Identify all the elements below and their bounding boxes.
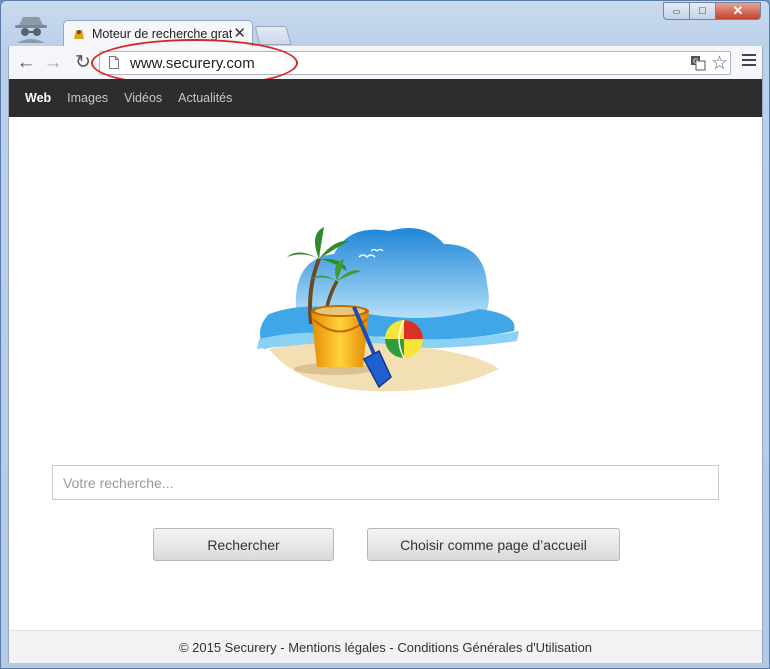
nav-item-news[interactable]: Actualités	[178, 91, 232, 105]
close-icon: ✕	[732, 3, 744, 18]
reload-icon: ↻	[75, 52, 91, 73]
nav-item-videos[interactable]: Vidéos	[124, 91, 162, 105]
search-button[interactable]: Rechercher	[153, 528, 334, 561]
minimize-icon: ▭	[672, 6, 681, 16]
address-bar[interactable]: www.securery.com G ☆	[99, 51, 731, 75]
browser-window: Moteur de recherche gratuit ✕ ▭ □ ✕ ← → …	[0, 0, 770, 669]
svg-text:G: G	[693, 58, 698, 66]
translate-icon[interactable]: G	[690, 55, 706, 71]
page-icon	[109, 56, 119, 69]
forward-button[interactable]: →	[42, 52, 64, 74]
top-nav: Web Images Vidéos Actualités	[9, 79, 762, 117]
back-button[interactable]: ←	[15, 52, 37, 74]
bookmark-star-icon[interactable]: ☆	[711, 52, 728, 75]
page-content: Web Images Vidéos Actualités Votre reche…	[8, 79, 763, 663]
new-tab-button[interactable]	[254, 26, 292, 45]
reload-button[interactable]: ↻	[72, 52, 94, 74]
browser-tab[interactable]: Moteur de recherche gratuit ✕	[63, 20, 253, 47]
nav-item-web[interactable]: Web	[25, 91, 51, 105]
url-text: www.securery.com	[130, 55, 255, 72]
set-homepage-button[interactable]: Choisir comme page d’accueil	[367, 528, 620, 561]
minimize-button[interactable]: ▭	[663, 2, 690, 20]
tab-title: Moteur de recherche gratuit	[92, 27, 232, 41]
footer: © 2015 Securery - Mentions légales - Con…	[9, 630, 762, 663]
menu-icon[interactable]	[742, 54, 756, 68]
site-favicon-icon	[74, 29, 84, 39]
maximize-button[interactable]: □	[689, 2, 716, 20]
nav-item-images[interactable]: Images	[67, 91, 108, 105]
tab-close-button[interactable]: ✕	[233, 24, 246, 42]
footer-text: © 2015 Securery - Mentions légales - Con…	[178, 639, 593, 655]
arrow-left-icon: ←	[16, 52, 36, 73]
browser-toolbar: ← → ↻ www.securery.com G ☆	[8, 46, 763, 79]
maximize-icon: □	[699, 5, 706, 17]
arrow-right-icon: →	[43, 52, 63, 73]
incognito-icon	[15, 17, 47, 43]
close-window-button[interactable]: ✕	[715, 2, 761, 20]
window-controls: ▭ □ ✕	[663, 2, 761, 20]
search-input[interactable]	[52, 465, 719, 500]
beach-logo-image	[257, 227, 519, 392]
